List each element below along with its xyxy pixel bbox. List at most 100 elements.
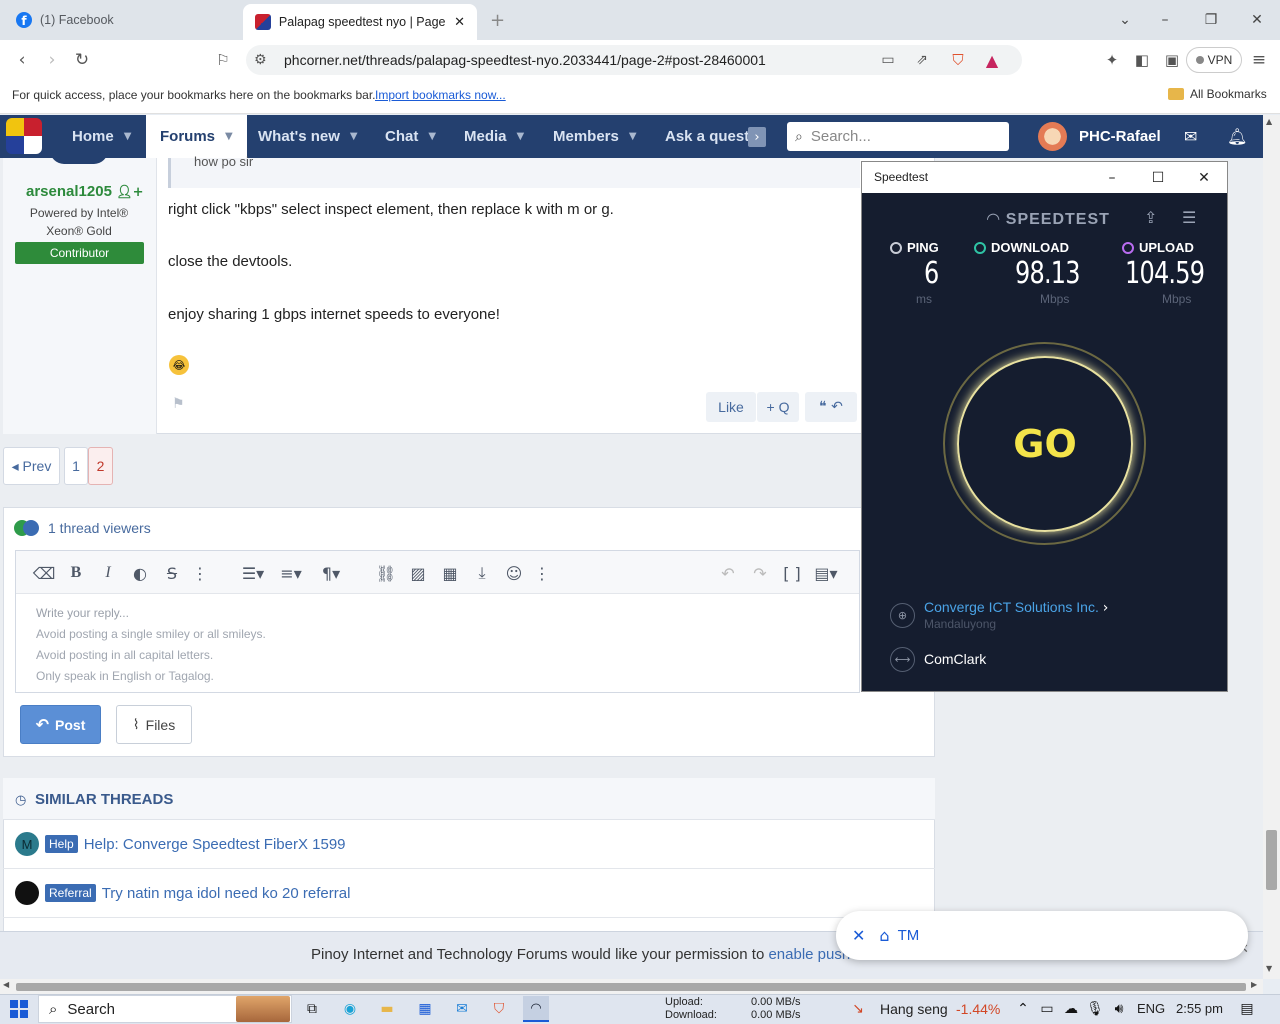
palette-icon[interactable]: ◐	[127, 562, 153, 584]
thread-avatar[interactable]	[15, 881, 39, 905]
cast-icon[interactable]: ▭	[872, 40, 904, 80]
onedrive-icon[interactable]: ☁	[1061, 999, 1081, 1019]
tab-facebook[interactable]: f (1) Facebook	[4, 0, 240, 40]
media-icon[interactable]: ▦	[437, 562, 463, 584]
page-1-link[interactable]: 1	[64, 447, 88, 485]
mail-icon[interactable]: ✉	[452, 999, 472, 1019]
language-indicator[interactable]: ENG	[1137, 1001, 1165, 1016]
share-icon[interactable]: ⇪	[1144, 208, 1157, 227]
task-view-icon[interactable]: ⧉	[302, 999, 322, 1019]
edge-icon[interactable]: ◉	[340, 999, 360, 1019]
thread-avatar[interactable]: M	[15, 832, 39, 856]
thread-prefix-label[interactable]: Help	[45, 835, 78, 853]
isp-name[interactable]: Converge ICT Solutions Inc.	[924, 599, 1099, 615]
restore-icon[interactable]: ❐	[1188, 0, 1234, 40]
vpn-button[interactable]: VPN	[1186, 47, 1242, 73]
vertical-scroll-thumb[interactable]	[1266, 830, 1277, 890]
attach-files-button[interactable]: ⌇ Files	[116, 705, 192, 744]
all-bookmarks-button[interactable]: All Bookmarks	[1168, 87, 1267, 101]
chevron-up-icon[interactable]: ⌃	[1013, 999, 1033, 1019]
share-icon[interactable]: ⇗	[906, 40, 938, 80]
bold-icon[interactable]: B	[63, 562, 89, 584]
author-name[interactable]: arsenal1205	[26, 183, 112, 200]
chevron-down-icon[interactable]: ▼	[124, 131, 132, 142]
scroll-right-icon[interactable]: ▶	[1251, 980, 1257, 989]
phcorner-logo[interactable]	[6, 118, 42, 154]
server-name[interactable]: ComClark	[924, 651, 986, 667]
isp-link[interactable]: Converge ICT Solutions Inc. ›	[924, 599, 1108, 616]
nav-whats-new[interactable]: What's new ▼	[246, 115, 370, 158]
similar-thread-1[interactable]: M Help Help: Converge Speedtest FiberX 1…	[15, 832, 346, 856]
chevron-down-icon[interactable]: ▼	[517, 131, 525, 142]
extensions-icon[interactable]: ✦	[1096, 40, 1128, 80]
drafts-icon[interactable]: ▤▾	[809, 562, 843, 584]
thread-prefix-label[interactable]: Referral	[45, 884, 96, 902]
ticker-name[interactable]: Hang seng	[880, 1001, 948, 1017]
similar-thread-2[interactable]: Referral Try natin mga idol need ko 20 r…	[15, 881, 350, 905]
close-window-icon[interactable]: ✕	[1234, 0, 1280, 40]
clock[interactable]: 2:55 pm	[1176, 1001, 1223, 1016]
volume-icon[interactable]: 🔊︎	[1109, 999, 1129, 1019]
chevron-down-icon[interactable]: ▼	[428, 131, 436, 142]
notifications-icon[interactable]: ▤	[1237, 999, 1257, 1019]
scroll-down-icon[interactable]: ▼	[1266, 964, 1272, 973]
site-search-input[interactable]: ⌕ Search...	[787, 122, 1009, 151]
brave-rewards-icon[interactable]: ▲	[976, 40, 1008, 80]
report-flag-icon[interactable]: ⚑	[172, 396, 185, 412]
sidebar-icon[interactable]: ◧	[1126, 40, 1158, 80]
chevron-down-icon[interactable]: ▼	[629, 131, 637, 142]
nav-members[interactable]: Members ▼	[541, 115, 649, 158]
toggle-bbcode-icon[interactable]: [ ]	[779, 562, 805, 584]
url-text[interactable]: phcorner.net/threads/palapag-speedtest-n…	[284, 52, 766, 68]
reply-button[interactable]: ❝ ↶	[805, 392, 857, 422]
close-icon[interactable]: ✕	[852, 926, 865, 945]
nav-media[interactable]: Media ▼	[452, 115, 536, 158]
close-tab-icon[interactable]: ✕	[454, 15, 465, 30]
insert-icon[interactable]: ⤓	[469, 562, 495, 584]
username[interactable]: PHC-Rafael	[1079, 128, 1161, 145]
new-tab-icon[interactable]: +	[490, 10, 505, 31]
maximize-icon[interactable]: ☐	[1135, 162, 1181, 193]
post-author[interactable]: arsenal1205 👤︎+	[26, 183, 143, 200]
close-icon[interactable]: ✕	[1181, 162, 1227, 193]
microphone-icon[interactable]: 🎙︎	[1085, 999, 1105, 1019]
ticker-value[interactable]: -1.44%	[956, 1001, 1000, 1017]
quote-button[interactable]: + Q	[757, 392, 799, 422]
strikethrough-icon[interactable]: S	[159, 562, 185, 584]
nav-scroll-right-icon[interactable]: ›	[748, 127, 766, 147]
forward-icon[interactable]: ›	[36, 40, 68, 80]
thread-viewers[interactable]: 1 thread viewers	[14, 520, 151, 536]
file-explorer-icon[interactable]: ▬	[377, 999, 397, 1019]
nav-forums[interactable]: Forums ▼	[146, 115, 247, 158]
import-bookmarks-link[interactable]: Import bookmarks now...	[375, 88, 506, 102]
bookmark-icon[interactable]: ⚐	[207, 40, 239, 80]
minimize-icon[interactable]: –	[1142, 0, 1188, 40]
image-icon[interactable]: ▨	[405, 562, 431, 584]
smiley-icon[interactable]: ☺	[501, 562, 527, 584]
author-avatar[interactable]	[50, 150, 108, 164]
more-insert-icon[interactable]: ⋮	[529, 562, 555, 584]
tm-label[interactable]: TM	[898, 927, 920, 944]
network-icon[interactable]: ▭	[1037, 999, 1057, 1019]
align-icon[interactable]: ≡▾	[274, 562, 308, 584]
thread-link[interactable]: Help: Converge Speedtest FiberX 1599	[84, 836, 346, 853]
minimize-icon[interactable]: –	[1089, 162, 1135, 193]
paragraph-icon[interactable]: ¶▾	[314, 562, 348, 584]
back-icon[interactable]: ‹	[6, 40, 38, 80]
scroll-up-icon[interactable]: ▲	[1266, 117, 1272, 126]
settings-sliders-icon[interactable]: ☰	[1182, 208, 1196, 227]
inbox-icon[interactable]: ✉	[1184, 127, 1197, 146]
link-icon[interactable]: ⛓	[373, 562, 399, 584]
speedtest-taskbar-icon[interactable]: ◠	[523, 996, 549, 1022]
brave-icon[interactable]: ⛉	[489, 999, 509, 1019]
list-icon[interactable]: ☰▾	[236, 562, 270, 584]
user-avatar[interactable]	[1038, 122, 1067, 151]
thread-link[interactable]: Try natin mga idol need ko 20 referral	[102, 885, 351, 902]
chevron-down-icon[interactable]: ▼	[225, 131, 233, 142]
more-options-icon[interactable]: ⋮	[187, 562, 213, 584]
reload-icon[interactable]: ↻	[66, 40, 98, 80]
page-2-current[interactable]: 2	[88, 447, 113, 485]
menu-icon[interactable]: ≡	[1243, 40, 1275, 80]
go-button[interactable]: GO	[957, 356, 1133, 532]
horizontal-scroll-thumb[interactable]	[16, 983, 1246, 991]
